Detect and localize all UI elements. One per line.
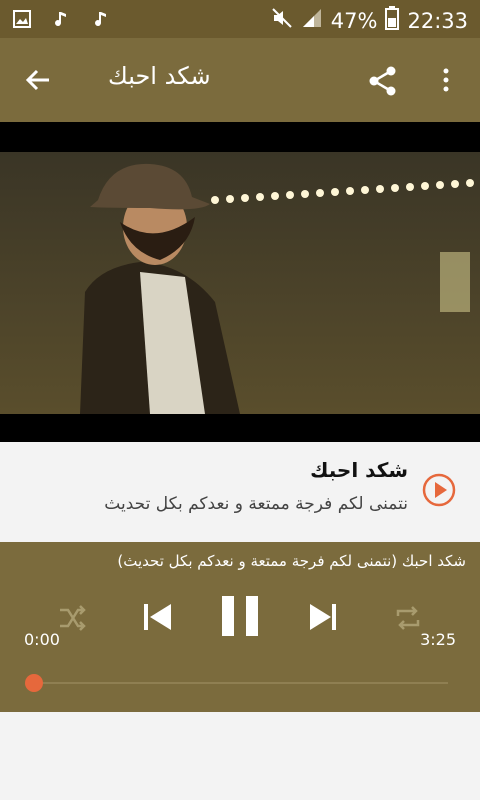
video-player[interactable] <box>0 122 480 442</box>
skip-next-icon <box>310 604 336 630</box>
previous-button[interactable] <box>138 598 176 640</box>
image-notification-icon <box>12 9 32 33</box>
music-note-icon <box>52 9 72 33</box>
empty-area <box>0 712 480 800</box>
pause-button[interactable] <box>218 592 264 644</box>
share-icon <box>369 66 396 96</box>
battery-percent: 47% <box>330 8 378 33</box>
back-button[interactable] <box>20 64 54 98</box>
now-playing-caption: شكد احبك (نتمنى لكم فرجة ممتعة و نعدكم ب… <box>117 552 466 570</box>
duration: 3:25 <box>420 630 456 649</box>
track-subtitle: نتمنى لكم فرجة ممتعة و نعدكم بكل تحديث <box>104 494 408 514</box>
signal-icon <box>301 7 323 34</box>
next-button[interactable] <box>304 598 342 640</box>
battery-icon <box>385 6 400 35</box>
seek-bar[interactable] <box>34 682 448 684</box>
overflow-menu-button[interactable] <box>436 66 456 96</box>
status-bar: 47% 22:33 <box>0 0 480 38</box>
page-title: شكد احبك <box>108 62 211 90</box>
share-button[interactable] <box>366 64 400 98</box>
track-info: شكد احبك نتمنى لكم فرجة ممتعة و نعدكم بك… <box>0 442 480 542</box>
skip-previous-icon <box>144 604 171 630</box>
more-vert-icon <box>443 68 449 92</box>
pause-icon <box>222 596 258 636</box>
video-frame <box>0 152 480 414</box>
music-player-controls: شكد احبك (نتمنى لكم فرجة ممتعة و نعدكم ب… <box>0 542 480 712</box>
app-bar: شكد احبك <box>0 38 480 122</box>
shuffle-icon <box>60 605 86 631</box>
shuffle-button[interactable] <box>56 602 88 638</box>
clock: 22:33 <box>407 8 468 33</box>
arrow-left-icon <box>25 69 49 91</box>
play-circle-icon <box>422 473 456 507</box>
track-title: شكد احبك <box>310 458 408 482</box>
seek-handle[interactable] <box>25 674 43 692</box>
current-time: 0:00 <box>24 630 60 649</box>
play-track-button[interactable] <box>420 471 458 509</box>
music-note-icon <box>92 9 112 33</box>
mute-icon <box>271 7 293 34</box>
